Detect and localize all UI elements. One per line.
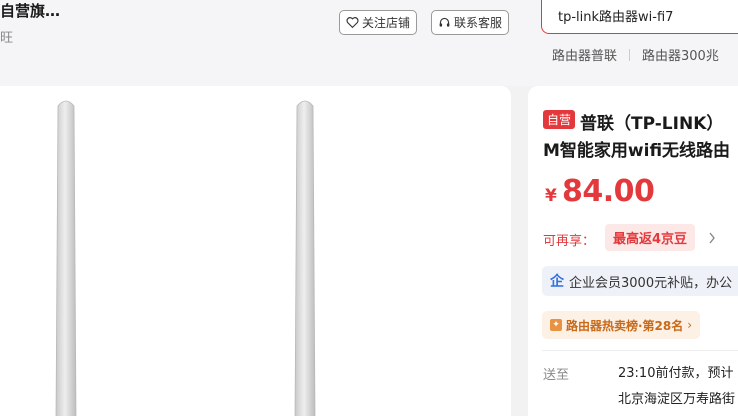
delivery-address[interactable]: 北京海淀区万寿路街 — [618, 388, 735, 407]
follow-shop-button[interactable]: 关注店铺 — [339, 10, 418, 35]
enterprise-icon: 企 — [550, 274, 564, 290]
hot-word-link[interactable]: 路由器普联 — [552, 45, 617, 64]
contact-service-label: 联系客服 — [454, 16, 503, 30]
ship-to-label: 送至 — [543, 368, 570, 383]
hot-rank-tag[interactable]: ✦ 路由器热卖榜·第28名 › — [542, 311, 701, 339]
shop-name[interactable]: 自营旗… — [0, 0, 60, 21]
hot-word-link[interactable]: 路由器300兆 — [642, 45, 719, 64]
chevron-right-icon[interactable] — [708, 232, 716, 244]
product-price: 84.00 — [562, 174, 655, 209]
router-antenna-left — [55, 100, 77, 416]
rebate-label: 可再享： — [543, 234, 596, 249]
heart-icon — [346, 17, 359, 29]
enterprise-subsidy-bar[interactable]: 企 企业会员3000元补贴，办公 — [542, 266, 738, 296]
rank-icon: ✦ — [550, 319, 562, 331]
enterprise-subsidy-text: 企业会员3000元补贴，办公 — [569, 275, 733, 291]
product-image-gallery[interactable] — [0, 86, 511, 416]
follow-shop-label: 关注店铺 — [362, 16, 411, 30]
headset-icon — [439, 17, 450, 27]
product-title-line1: 普联（TP-LINK） — [580, 114, 724, 134]
hot-rank-text: 路由器热卖榜·第28名 — [566, 318, 684, 333]
product-info-panel: 自营 普联（TP-LINK） M智能家用wifi无线路由 ¥ 84.00 可再享… — [528, 86, 738, 416]
product-title-line2: M智能家用wifi无线路由 — [543, 141, 731, 161]
self-operated-badge: 自营 — [543, 110, 576, 129]
price-currency: ¥ — [545, 186, 557, 206]
contact-service-button[interactable]: 联系客服 — [431, 10, 510, 35]
hot-search-words: 路由器普联 路由器300兆 — [552, 45, 719, 64]
delivery-estimate: 23:10前付款，预计 — [618, 366, 734, 381]
shop-subtitle: 旺 — [0, 31, 14, 46]
shop-header: 自营旗… 旺 关注店铺 联系客服 tp-link路由器wi-fi7 路由器普联 … — [0, 0, 738, 86]
rebate-tag[interactable]: 最高返4京豆 — [605, 224, 696, 251]
section-divider — [542, 350, 738, 351]
chevron-right-icon: › — [687, 318, 693, 332]
router-antenna-right — [294, 100, 316, 416]
search-input[interactable]: tp-link路由器wi-fi7 — [541, 0, 738, 34]
hot-word-divider — [629, 48, 631, 61]
